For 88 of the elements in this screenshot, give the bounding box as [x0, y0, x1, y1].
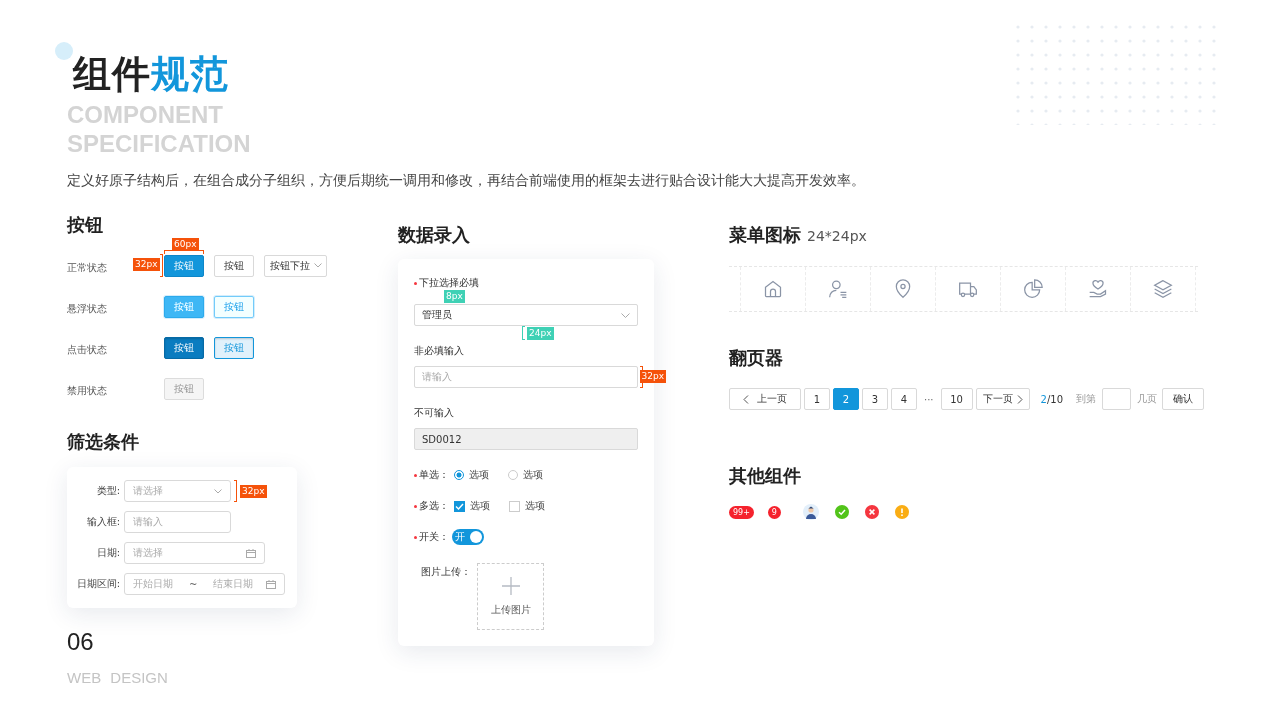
avatar-icon: [802, 504, 819, 520]
chevron-left-icon: [743, 394, 749, 404]
section-title: 其他组件: [729, 464, 802, 488]
page-button[interactable]: 4: [891, 388, 917, 410]
radio-button[interactable]: [454, 470, 464, 480]
footer-caption: WEB DESIGN: [67, 669, 169, 686]
state-label: 点击状态: [67, 343, 107, 355]
calendar-icon: [266, 579, 276, 589]
caret-icon: [214, 488, 222, 494]
field-label: 多选：: [419, 499, 449, 513]
spacing-tag: 24px: [527, 327, 554, 340]
section-title: 筛选条件: [67, 430, 140, 454]
section-title: 翻页器: [729, 346, 784, 370]
location-pin-icon[interactable]: [893, 279, 913, 299]
height-measure: [160, 253, 163, 277]
field-label: 开关：: [419, 530, 449, 544]
error-icon: [864, 505, 879, 519]
checkbox[interactable]: [454, 500, 465, 512]
spacing-tag: 8px: [444, 290, 465, 303]
spacing-measure: [522, 326, 525, 340]
field-label: 类型:: [95, 484, 120, 498]
button[interactable]: 按钮: [214, 295, 254, 318]
width-tag: 60px: [172, 237, 199, 251]
field-label: 单选：: [419, 468, 449, 482]
page-button[interactable]: 3: [862, 388, 888, 410]
page-input[interactable]: [1102, 388, 1131, 410]
date-range-field[interactable]: 开始日期 ~ 结束日期: [124, 573, 285, 595]
warning-icon: [894, 505, 909, 519]
button[interactable]: 按钮下拉: [264, 254, 327, 277]
pie-chart-icon[interactable]: [1023, 279, 1043, 299]
user-list-icon[interactable]: [828, 279, 848, 299]
caret-icon: [313, 263, 322, 268]
layers-icon[interactable]: [1153, 279, 1173, 299]
goto-label: 几页: [1137, 392, 1157, 406]
checkbox[interactable]: [509, 500, 520, 512]
page-button[interactable]: 2: [833, 388, 859, 410]
height-tag: 32px: [133, 257, 160, 271]
field-label: 日期区间:: [75, 577, 120, 591]
select-field[interactable]: 管理员: [414, 304, 638, 326]
option-label: 选项: [469, 468, 489, 482]
option-label: 选项: [523, 468, 543, 482]
field-label: 非必填输入: [414, 344, 464, 358]
section-title: 菜单图标 24*24px: [729, 223, 868, 247]
success-icon: [834, 505, 849, 519]
state-label: 正常状态: [67, 261, 107, 273]
toggle-switch[interactable]: 开: [452, 529, 484, 545]
field-label: 下拉选择必填: [419, 276, 479, 290]
height-tag: 32px: [639, 370, 666, 383]
ellipsis: ···: [924, 393, 934, 405]
count-badge: 9: [767, 505, 781, 519]
size-note: 24*24px: [807, 228, 867, 244]
next-page-button[interactable]: 下一页: [975, 388, 1030, 410]
field-label: 输入框:: [85, 515, 120, 529]
option-label: 选项: [470, 499, 490, 513]
heart-hand-icon[interactable]: [1088, 279, 1108, 299]
button[interactable]: 按钮: [164, 336, 204, 359]
description: 定义好原子结构后，在组合成分子组织，方便后期统一调用和修改，再结合前端使用的框架去进行贴合设计能大大提高开发效率。: [67, 171, 866, 190]
caret-icon: [621, 312, 630, 318]
home-icon[interactable]: [763, 279, 783, 299]
page-button[interactable]: 10: [940, 388, 973, 410]
button[interactable]: 按钮: [164, 254, 204, 277]
field-label: 不可输入: [414, 406, 454, 420]
field-label: 日期:: [95, 546, 120, 560]
height-measure: [234, 480, 237, 502]
height-tag: 32px: [240, 484, 267, 498]
page-count: 2/10: [1040, 393, 1063, 405]
field-label: 图片上传：: [421, 565, 471, 579]
section-title: 按钮: [67, 213, 104, 237]
confirm-button[interactable]: 确认: [1162, 388, 1204, 410]
page-button[interactable]: 1: [804, 388, 830, 410]
page-number: 06: [67, 628, 95, 656]
chevron-right-icon: [1016, 394, 1023, 404]
readonly-field: SD0012: [414, 428, 638, 450]
plus-icon: [501, 576, 520, 595]
section-title: 数据录入: [398, 223, 471, 247]
page-title: 组件规范: [73, 51, 229, 98]
count-badge: 99+: [729, 505, 754, 519]
state-label: 禁用状态: [67, 384, 107, 396]
upload-box[interactable]: 上传图片: [477, 563, 544, 630]
button[interactable]: 按钮: [214, 254, 254, 277]
calendar-icon: [246, 548, 256, 558]
state-label: 悬浮状态: [67, 302, 107, 314]
option-label: 选项: [525, 499, 545, 513]
radio-button[interactable]: [508, 470, 518, 480]
width-measure: [164, 249, 204, 254]
goto-label: 到第: [1076, 392, 1096, 406]
previous-page-button[interactable]: 上一页: [729, 388, 801, 410]
accent-circle: [55, 42, 73, 60]
